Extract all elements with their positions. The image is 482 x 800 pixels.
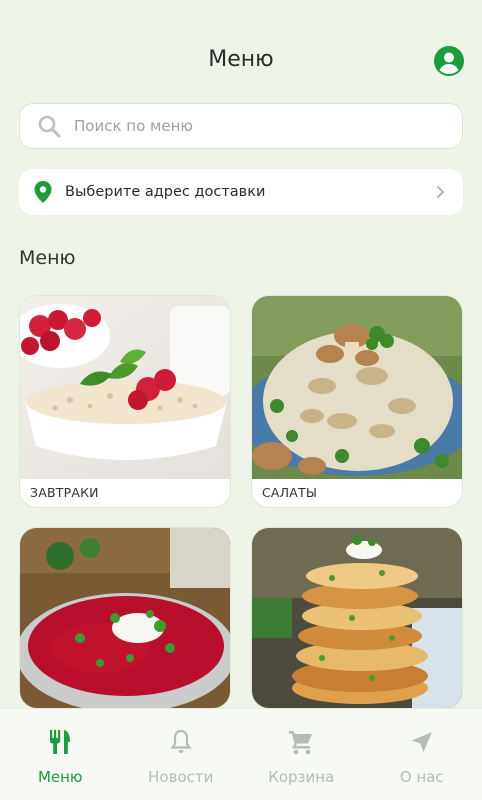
search-bar — [19, 103, 463, 149]
nav-label: Меню — [37, 768, 83, 786]
fork-knife-icon — [50, 730, 71, 754]
category-card-soups[interactable] — [19, 527, 231, 709]
search-icon — [38, 115, 61, 138]
nav-item-news[interactable]: Новости — [121, 709, 242, 800]
borscht-with-sour-cream-image — [20, 528, 230, 708]
account-circle-icon[interactable] — [434, 46, 464, 76]
porridge-with-raspberries-image — [20, 296, 230, 479]
category-label: САЛАТЫ — [262, 485, 318, 500]
bottom-navigation: Меню Новости Корзина О нас — [0, 708, 482, 800]
navigation-arrow-icon — [411, 732, 432, 752]
nav-item-menu[interactable]: Меню — [0, 709, 121, 800]
mushroom-salad-image — [252, 296, 462, 479]
category-card-breakfast[interactable]: ЗАВТРАКИ — [19, 295, 231, 508]
chevron-right-icon — [436, 185, 445, 199]
delivery-address-selector[interactable]: Выберите адрес доставки — [19, 169, 463, 215]
bell-icon — [170, 729, 192, 753]
nav-item-about[interactable]: О нас — [362, 709, 482, 800]
search-input[interactable] — [74, 117, 462, 135]
top-bar: Меню — [0, 0, 482, 100]
category-card-salads[interactable]: САЛАТЫ — [251, 295, 463, 508]
nav-item-cart[interactable]: Корзина — [241, 709, 362, 800]
menu-section-title: Меню — [19, 247, 76, 269]
page-title: Меню — [208, 47, 274, 72]
cart-icon — [289, 731, 313, 755]
category-label: ЗАВТРАКИ — [30, 485, 99, 500]
nav-label: Новости — [148, 768, 214, 786]
delivery-address-label: Выберите адрес доставки — [65, 184, 266, 200]
location-pin-icon — [34, 181, 52, 203]
category-card-pancakes[interactable] — [251, 527, 463, 709]
nav-label: О нас — [399, 768, 444, 786]
stack-of-pancakes-image — [252, 528, 462, 708]
nav-label: Корзина — [268, 768, 335, 786]
